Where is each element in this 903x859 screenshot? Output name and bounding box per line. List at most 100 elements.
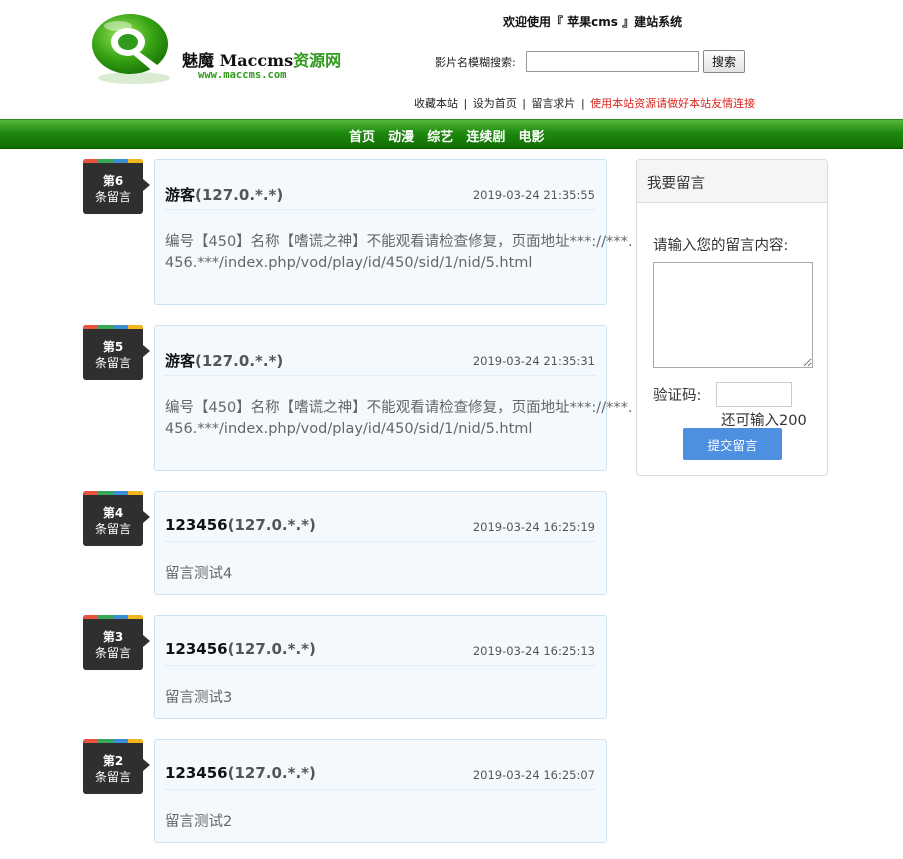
- message-header: 123456(127.0.*.*) 2019-03-24 16:25:13: [165, 638, 595, 666]
- nav-item-movie[interactable]: 电影: [518, 130, 544, 145]
- stripe-yellow: [128, 159, 143, 163]
- message-author: 游客(127.0.*.*): [165, 350, 283, 371]
- link-separator: |: [522, 97, 526, 110]
- message-author: 123456(127.0.*.*): [165, 640, 316, 658]
- stripe-red: [83, 615, 98, 619]
- message-header: 123456(127.0.*.*) 2019-03-24 16:25:07: [165, 762, 595, 790]
- submit-message-button[interactable]: 提交留言: [683, 428, 782, 460]
- badge-arrow: [143, 511, 150, 523]
- stripe-blue: [113, 491, 128, 495]
- logo-q-icon: [92, 14, 170, 84]
- remaining-chars: 还可输入200: [721, 413, 807, 429]
- set-homepage-link[interactable]: 设为首页: [473, 97, 517, 110]
- badge-stripe: [83, 491, 143, 495]
- nav-item-variety[interactable]: 综艺: [427, 130, 453, 145]
- stripe-red: [83, 159, 98, 163]
- captcha-label: 验证码:: [653, 388, 702, 404]
- stripe-red: [83, 325, 98, 329]
- message-content: 留言测试3: [165, 690, 233, 706]
- author-ip: (127.0.*.*): [195, 186, 284, 204]
- badge-stripe: [83, 325, 143, 329]
- bookmark-link[interactable]: 收藏本站: [414, 97, 458, 110]
- search-input[interactable]: [526, 51, 699, 72]
- stripe-blue: [113, 739, 128, 743]
- badge-text: 条留言: [94, 646, 131, 660]
- content-label: 请输入您的留言内容:: [653, 238, 789, 254]
- message-author: 123456(127.0.*.*): [165, 516, 316, 534]
- badge-number: 第6: [102, 174, 124, 188]
- message-number-badge: 第2 条留言: [83, 739, 143, 794]
- message-content: 留言测试2: [165, 814, 233, 830]
- message-card: 123456(127.0.*.*) 2019-03-24 16:25:07 留言…: [154, 739, 607, 843]
- friend-link-notice[interactable]: 使用本站资源请做好本站友情连接: [590, 97, 755, 110]
- search-button[interactable]: 搜索: [703, 50, 745, 73]
- message-card: 游客(127.0.*.*) 2019-03-24 21:35:55 编号【450…: [154, 159, 632, 305]
- stripe-green: [98, 491, 113, 495]
- search-label: 影片名模糊搜索:: [435, 56, 516, 69]
- author-ip: (127.0.*.*): [227, 640, 316, 658]
- logo-name: 魅魔 Maccms资源网: [182, 47, 341, 71]
- author-name: 123456: [165, 516, 228, 534]
- message-time: 2019-03-24 16:25:13: [472, 644, 595, 658]
- nav-item-series[interactable]: 连续剧: [466, 130, 505, 145]
- message-time: 2019-03-24 16:25:07: [472, 768, 595, 782]
- main-nav: 首页 动漫 综艺 连续剧 电影: [0, 119, 903, 149]
- logo-name-black: 魅魔 Maccms: [182, 51, 294, 70]
- nav-item-home[interactable]: 首页: [349, 130, 375, 145]
- stripe-green: [98, 615, 113, 619]
- request-movie-link[interactable]: 留言求片: [531, 97, 575, 110]
- badge-number: 第3: [102, 630, 124, 644]
- message-number-badge: 第3 条留言: [83, 615, 143, 670]
- message-time: 2019-03-24 16:25:19: [472, 520, 595, 534]
- link-separator: |: [463, 97, 468, 110]
- badge-stripe: [83, 739, 143, 743]
- leave-message-panel: 我要留言 请输入您的留言内容: 验证码: 还可输入200 提交留言: [636, 159, 828, 476]
- badge-stripe: [83, 615, 143, 619]
- message-header: 游客(127.0.*.*) 2019-03-24 21:35:31: [165, 348, 595, 376]
- stripe-blue: [113, 325, 128, 329]
- author-ip: (127.0.*.*): [227, 764, 316, 782]
- author-name: 游客: [165, 186, 196, 204]
- badge-number: 第5: [102, 340, 124, 354]
- badge-text: 条留言: [94, 522, 131, 536]
- stripe-blue: [113, 159, 128, 163]
- stripe-green: [98, 325, 113, 329]
- message-card: 游客(127.0.*.*) 2019-03-24 21:35:31 编号【450…: [154, 325, 632, 471]
- author-name: 123456: [165, 764, 228, 782]
- message-content: 留言测试4: [165, 566, 233, 582]
- message-card: 123456(127.0.*.*) 2019-03-24 16:25:13 留言…: [154, 615, 607, 719]
- message-textarea[interactable]: [653, 262, 813, 368]
- message-number-badge: 第5 条留言: [83, 325, 143, 380]
- nav-item-anime[interactable]: 动漫: [388, 130, 414, 145]
- message-time: 2019-03-24 21:35:55: [472, 188, 595, 202]
- author-name: 123456: [165, 640, 228, 658]
- logo-url: www.maccms.com: [198, 69, 287, 81]
- stripe-yellow: [128, 491, 143, 495]
- message-header: 游客(127.0.*.*) 2019-03-24 21:35:55: [165, 182, 595, 210]
- badge-arrow: [143, 759, 150, 771]
- badge-number: 第2: [102, 754, 124, 768]
- stripe-green: [98, 739, 113, 743]
- message-card: 123456(127.0.*.*) 2019-03-24 16:25:19 留言…: [154, 491, 607, 595]
- stripe-red: [83, 739, 98, 743]
- stripe-blue: [113, 615, 128, 619]
- stripe-green: [98, 159, 113, 163]
- author-name: 游客: [165, 352, 196, 370]
- stripe-yellow: [128, 739, 143, 743]
- message-content: 编号【450】名称【嗜谎之神】不能观看请检查修复，页面地址***://***.4…: [165, 234, 633, 271]
- logo-name-green: 资源网: [293, 51, 342, 70]
- top-links: 收藏本站 | 设为首页 | 留言求片 | 使用本站资源请做好本站友情连接: [414, 95, 755, 111]
- stripe-red: [83, 491, 98, 495]
- site-logo[interactable]: 魅魔 Maccms资源网 www.maccms.com: [86, 10, 346, 100]
- message-number-badge: 第6 条留言: [83, 159, 143, 214]
- message-number-badge: 第4 条留言: [83, 491, 143, 546]
- badge-number: 第4: [102, 506, 124, 520]
- stripe-yellow: [128, 615, 143, 619]
- message-author: 游客(127.0.*.*): [165, 184, 283, 205]
- badge-text: 条留言: [94, 190, 131, 204]
- message-header: 123456(127.0.*.*) 2019-03-24 16:25:19: [165, 514, 595, 542]
- welcome-text: 欢迎使用『 苹果cms 』建站系统: [503, 15, 683, 29]
- captcha-input[interactable]: [716, 382, 792, 407]
- badge-text: 条留言: [94, 356, 131, 370]
- author-ip: (127.0.*.*): [195, 352, 284, 370]
